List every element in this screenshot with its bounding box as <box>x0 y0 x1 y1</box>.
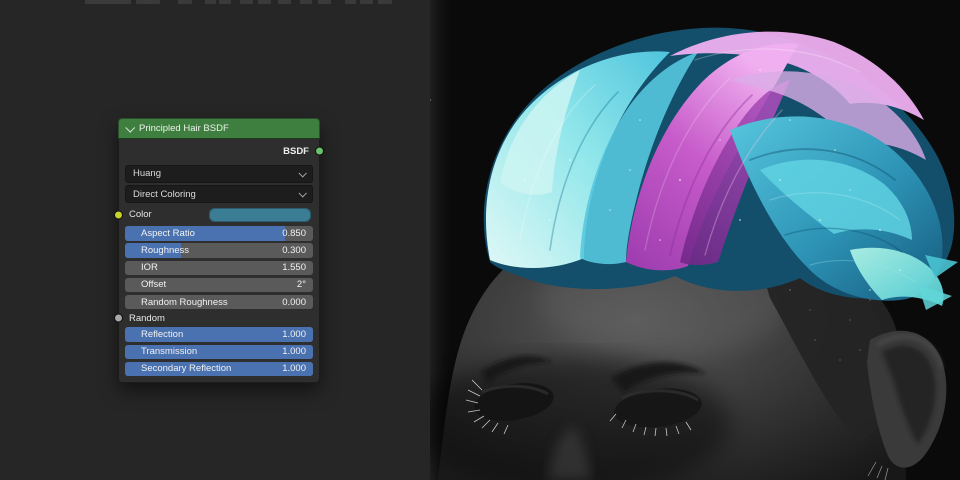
reflection-label: Reflection <box>141 329 183 340</box>
roughness-slider[interactable]: Roughness 0.300 <box>125 243 313 258</box>
cropped-heading-remnant <box>0 0 430 6</box>
bsdf-output-label: BSDF <box>283 146 309 157</box>
random-input-socket[interactable] <box>114 314 123 323</box>
scattering-model-dropdown[interactable]: Huang <box>125 165 313 183</box>
node-title: Principled Hair BSDF <box>139 123 229 134</box>
reflection-value: 1.000 <box>282 329 306 340</box>
aspect-ratio-label: Aspect Ratio <box>141 228 195 239</box>
principled-hair-bsdf-node[interactable]: Principled Hair BSDF BSDF Huang Direct C… <box>118 118 320 383</box>
secondary-reflection-value: 1.000 <box>282 363 306 374</box>
color-swatch[interactable] <box>209 208 311 222</box>
random-roughness-slider[interactable]: Random Roughness 0.000 <box>125 295 313 310</box>
transmission-slider[interactable]: Transmission 1.000 <box>125 345 313 360</box>
ior-label: IOR <box>141 262 158 273</box>
collapse-chevron-icon[interactable] <box>125 123 135 133</box>
render-viewport <box>430 0 960 480</box>
aspect-ratio-value: 0.850 <box>282 228 306 239</box>
color-label: Color <box>125 209 152 220</box>
transmission-value: 1.000 <box>282 346 306 357</box>
node-body: BSDF Huang Direct Coloring Color Aspect … <box>118 139 320 383</box>
roughness-value: 0.300 <box>282 245 306 256</box>
random-label: Random <box>129 313 165 324</box>
secondary-reflection-slider[interactable]: Secondary Reflection 1.000 <box>125 362 313 377</box>
chevron-down-icon <box>298 189 306 197</box>
hair-render-image <box>430 0 960 480</box>
offset-slider[interactable]: Offset 2° <box>125 278 313 293</box>
offset-label: Offset <box>141 279 166 290</box>
random-roughness-value: 0.000 <box>282 297 306 308</box>
secondary-reflection-label: Secondary Reflection <box>141 363 231 374</box>
bsdf-output-row: BSDF <box>125 144 313 158</box>
blender-screenshot: Principled Hair BSDF BSDF Huang Direct C… <box>0 0 960 480</box>
ior-slider[interactable]: IOR 1.550 <box>125 261 313 276</box>
offset-value: 2° <box>297 279 306 290</box>
scattering-model-value: Huang <box>133 168 161 179</box>
roughness-label: Roughness <box>141 245 189 256</box>
ior-value: 1.550 <box>282 262 306 273</box>
chevron-down-icon <box>298 169 306 177</box>
aspect-ratio-slider[interactable]: Aspect Ratio 0.850 <box>125 226 313 241</box>
color-input-socket[interactable] <box>114 210 123 219</box>
coloring-mode-value: Direct Coloring <box>133 189 196 200</box>
node-header[interactable]: Principled Hair BSDF <box>118 118 320 139</box>
color-row: Color <box>125 208 313 222</box>
coloring-mode-dropdown[interactable]: Direct Coloring <box>125 185 313 203</box>
bsdf-output-socket[interactable] <box>315 147 324 156</box>
random-roughness-label: Random Roughness <box>141 297 228 308</box>
random-input-row: Random <box>125 312 313 325</box>
reflection-slider[interactable]: Reflection 1.000 <box>125 327 313 342</box>
transmission-label: Transmission <box>141 346 197 357</box>
